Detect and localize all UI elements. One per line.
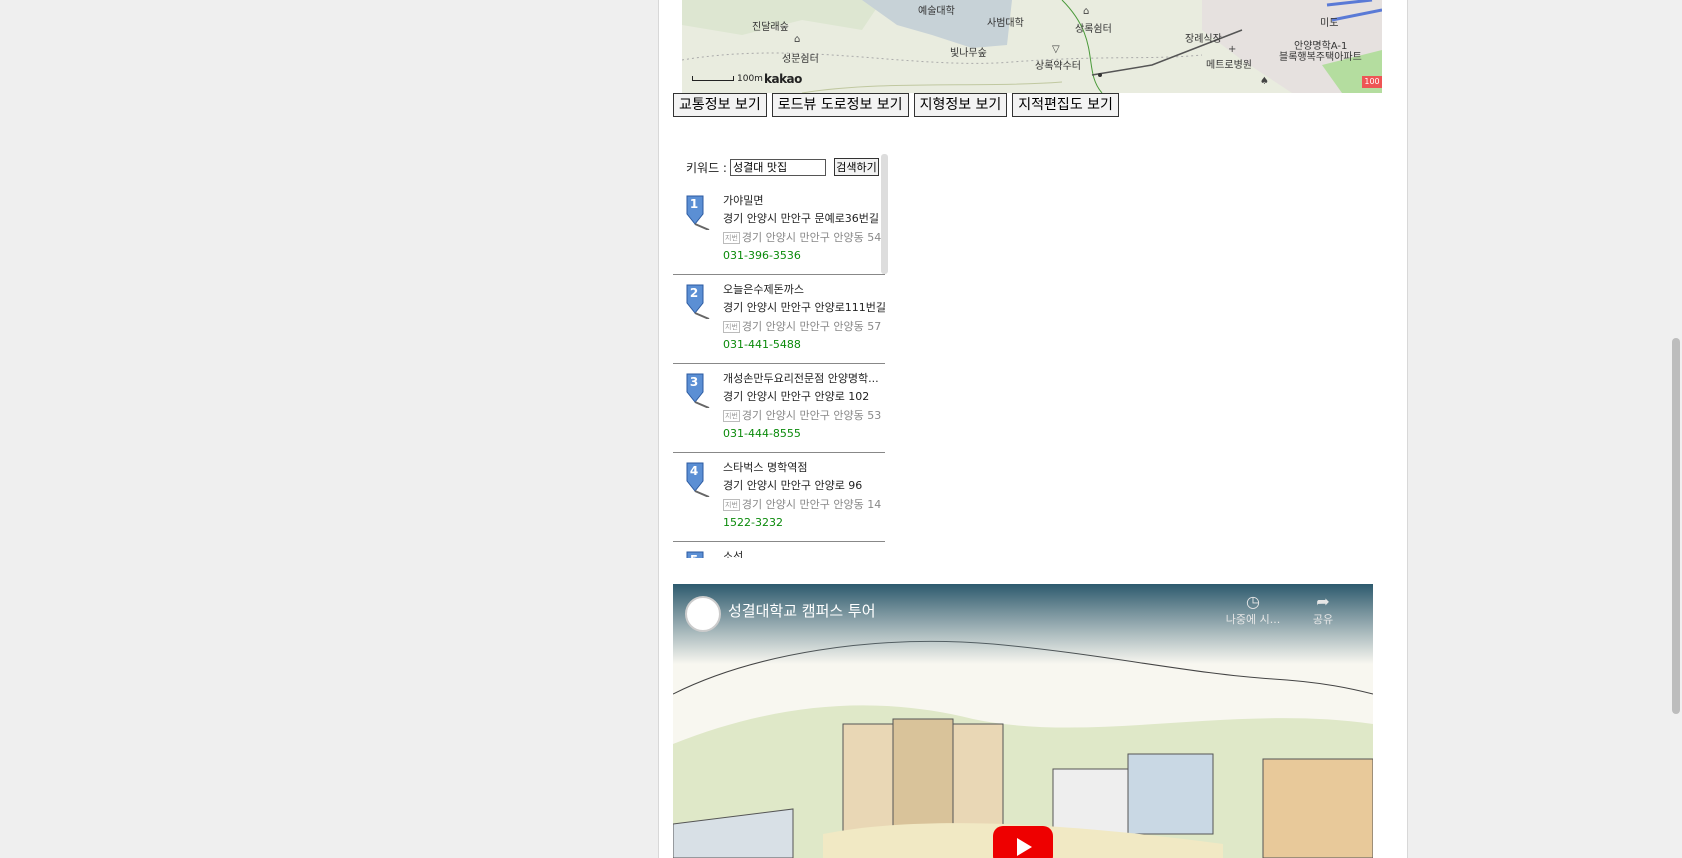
marker-number: 4	[689, 464, 699, 478]
keyword-label: 키워드 :	[686, 160, 727, 175]
phone: 031-396-3536	[723, 249, 801, 262]
poi-icon: ♠	[1260, 76, 1269, 87]
cadastral-button[interactable]: 지적편집도 보기	[1012, 93, 1119, 117]
jibun-text: 경기 안양시 만안구 안양동 53	[741, 409, 882, 422]
jibun-badge: 지번	[723, 232, 740, 244]
list-item[interactable]: 3 개성손만두요리전문점 안양명학... 경기 안양시 만안구 안양로 102 …	[673, 364, 885, 453]
share-icon: ➦	[1316, 592, 1330, 611]
phone: 031-444-8555	[723, 427, 801, 440]
marker-number: 3	[689, 375, 699, 389]
keyword-input[interactable]	[729, 158, 826, 176]
place-name: 오늘은수제돈까스	[723, 283, 804, 296]
list-item[interactable]: 2 오늘은수제돈까스 경기 안양시 만안구 안양로111번길 지번 경기 안양시 …	[673, 275, 885, 364]
watch-later-button[interactable]: ◷ 나중에 시...	[1223, 592, 1283, 627]
places-search-panel: 키워드 : 검색하기 1 가야밀면 경기 안양시 만안구 문예로36번길 지번경…	[673, 154, 888, 558]
jibun-badge: 지번	[723, 410, 740, 422]
terrain-button[interactable]: 지형정보 보기	[913, 93, 1008, 117]
marker-icon: 1	[685, 194, 715, 231]
map-label: 사범대학	[987, 18, 1024, 29]
scrollbar-thumb[interactable]	[1672, 338, 1680, 714]
scale-bar	[692, 76, 734, 81]
place-name: 스타벅스 명학역점	[723, 461, 808, 474]
place-name: 가야밀면	[723, 194, 764, 207]
map-label: 진달래숲	[752, 22, 789, 33]
road-badge: 100	[1362, 76, 1382, 88]
list-item[interactable]: 4 스타벅스 명학역점 경기 안양시 만안구 안양로 96 지번 경기 안양시 만…	[673, 453, 885, 542]
roadview-button[interactable]: 로드뷰 도로정보 보기	[771, 93, 909, 117]
youtube-embed[interactable]: 성결대학교 캠퍼스 투어 ◷ 나중에 시... ➦ 공유	[673, 584, 1373, 858]
place-name: 소선	[723, 550, 744, 558]
school-icon: ⌂	[794, 34, 801, 45]
jibun-address: 지번 경기 안양시 만안구 안양동 53	[723, 407, 885, 423]
jibun-text: 경기 안양시 만안구 안양동 57	[741, 320, 882, 333]
road-address: 경기 안양시 만안구 문예로36번길	[723, 212, 880, 225]
phone: 031-441-5488	[723, 338, 801, 351]
place-name: 개성손만두요리전문점 안양명학...	[723, 372, 879, 385]
kakao-logo: kakao	[764, 72, 802, 86]
map-label: 성문쉼터	[782, 54, 819, 65]
search-row: 키워드 : 검색하기	[686, 158, 879, 176]
share-label: 공유	[1312, 613, 1334, 626]
map-label: 상록약수터	[1035, 61, 1081, 72]
jibun-address: 지번 경기 안양시 만안구 안양동 14	[723, 496, 885, 512]
video-title[interactable]: 성결대학교 캠퍼스 투어	[728, 600, 876, 621]
kakao-map[interactable]: 진달래숲 성문쉼터 예술대학 사범대학 빛나무숲 상록쉼터 상록약수터 장례식장…	[682, 0, 1382, 93]
map-label: 메트로병원	[1206, 60, 1252, 71]
results-list[interactable]: 1 가야밀면 경기 안양시 만안구 문예로36번길 지번 경기 안양시 만안구 안…	[673, 186, 885, 558]
map-scale: 100m	[692, 74, 763, 84]
list-item[interactable]: 1 가야밀면 경기 안양시 만안구 문예로36번길 지번 경기 안양시 만안구 안…	[673, 186, 885, 275]
watch-later-label: 나중에 시...	[1225, 613, 1281, 626]
clock-icon: ◷	[1246, 592, 1260, 611]
spring-icon: ▽	[1052, 44, 1060, 55]
jibun-address: 지번 경기 안양시 만안구 안양동 57	[723, 318, 885, 334]
marker-icon: 5	[685, 550, 715, 558]
marker-number: 5	[685, 553, 703, 558]
map-label: 상록쉼터	[1075, 24, 1112, 35]
school-icon: ⌂	[1083, 6, 1090, 17]
list-item[interactable]: 5 소선	[673, 542, 885, 558]
search-button[interactable]: 검색하기	[833, 158, 879, 176]
jibun-text: 경기 안양시 만안구 안양동 54	[741, 231, 882, 244]
map-label: 장례식장	[1185, 34, 1222, 45]
traffic-button[interactable]: 교통정보 보기	[673, 93, 767, 117]
marker-icon: 2	[685, 283, 715, 320]
map-label: 예술대학	[918, 6, 955, 17]
hospital-icon: +	[1228, 44, 1237, 55]
page-scrollbar[interactable]	[1670, 0, 1682, 858]
jibun-text: 경기 안양시 만안구 안양동 14	[741, 498, 882, 511]
map-label: 블록행복주택아파트	[1279, 52, 1362, 63]
road-address: 경기 안양시 만안구 안양로 102	[723, 390, 870, 403]
map-label: 미도	[1320, 18, 1339, 29]
play-button[interactable]	[993, 826, 1053, 858]
map-label: 빛나무숲	[950, 48, 987, 59]
jibun-address: 지번 경기 안양시 만안구 안양동 54	[723, 229, 885, 245]
phone: 1522-3232	[723, 516, 783, 529]
marker-number: 2	[689, 286, 699, 300]
share-button[interactable]: ➦ 공유	[1303, 592, 1343, 627]
channel-logo[interactable]	[685, 596, 721, 632]
results-scrollbar[interactable]	[881, 154, 888, 274]
scale-text: 100m	[737, 74, 763, 84]
road-address: 경기 안양시 만안구 안양로 96	[723, 479, 863, 492]
road-address: 경기 안양시 만안구 안양로111번길	[723, 301, 885, 314]
marker-number: 1	[689, 197, 699, 211]
jibun-badge: 지번	[723, 321, 740, 333]
marker-icon: 3	[685, 372, 715, 409]
marker-icon: 4	[685, 461, 715, 498]
map-type-buttons: 교통정보 보기 로드뷰 도로정보 보기 지형정보 보기 지적편집도 보기	[673, 93, 1119, 117]
jibun-badge: 지번	[723, 499, 740, 511]
